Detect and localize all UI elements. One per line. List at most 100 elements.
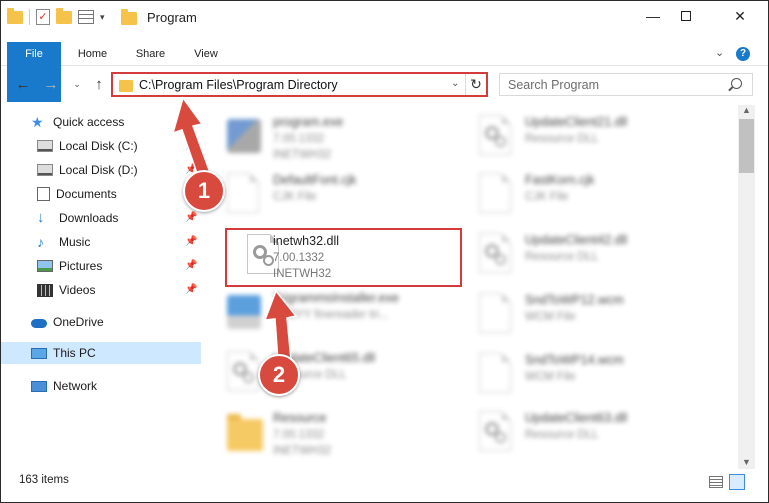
file-name: UpdateClient21.dll — [525, 115, 628, 129]
sidebar-item-label: Local Disk (D:) — [59, 163, 138, 177]
window-folder-icon — [121, 9, 137, 25]
file-detail: CJK File — [273, 191, 317, 203]
refresh-button[interactable]: ↻ — [465, 74, 486, 95]
pin-icon[interactable]: 📌 — [185, 212, 197, 223]
sidebar-item-label: Network — [53, 379, 98, 393]
address-dropdown-chevron-icon[interactable]: ⌄ — [451, 78, 459, 89]
file-item[interactable]: program.exe 7.00.1332 INETWH32 — [205, 109, 445, 169]
folder-icon — [227, 411, 263, 455]
expand-ribbon-chevron-icon[interactable]: ⌄ — [715, 46, 724, 59]
ribbon-tabs: File Home Share View ⌄ ? — [1, 42, 768, 102]
address-folder-icon — [119, 80, 133, 92]
back-button[interactable]: ← — [13, 73, 33, 95]
sidebar-item-pictures[interactable]: Pictures 📌 — [37, 255, 201, 277]
address-path[interactable]: C:\Program Files\Program Directory — [139, 78, 338, 92]
customize-toolbar-chevron-icon[interactable]: ▾ — [100, 12, 105, 23]
exe-icon — [227, 115, 263, 159]
tab-home[interactable]: Home — [65, 42, 120, 66]
explorer-window: ✓ ▾ Program — ✕ File Home Share View ⌄ ?… — [0, 0, 769, 503]
sidebar-item-local-disk-d[interactable]: Local Disk (D:) 📌 — [37, 159, 201, 181]
pictures-icon — [37, 260, 53, 272]
file-item[interactable]: Resource 7.00.1332 INETWH32 — [205, 405, 445, 465]
file-name: SndToWP12.wcm — [525, 293, 624, 307]
file-detail: 7.00.1332 — [273, 133, 325, 145]
file-detail: ABBYY finereader tri... — [273, 309, 389, 321]
tab-view[interactable]: View — [181, 42, 231, 66]
sidebar-item-onedrive[interactable]: OneDrive — [31, 311, 201, 333]
tiles-view-icon[interactable] — [729, 474, 745, 490]
file-detail: Resource DLL — [525, 251, 599, 263]
file-detail: INETWH32 — [273, 149, 332, 161]
pin-icon[interactable]: 📌 — [185, 236, 197, 247]
scroll-up-arrow-icon[interactable]: ▲ — [742, 105, 751, 115]
file-name: SndToWP14.wcm — [525, 353, 624, 367]
file-item[interactable]: FastKorn.cjk CJK File — [457, 167, 697, 227]
sidebar-item-documents[interactable]: Documents 📌 — [37, 183, 201, 205]
highlighted-file-item[interactable]: inetwh32.dll 7.00.1332 INETWH32 — [225, 228, 462, 287]
sidebar-item-label: Quick access — [53, 115, 125, 129]
scroll-down-arrow-icon[interactable]: ▼ — [742, 457, 751, 467]
file-item-inetwh32[interactable]: inetwh32.dll 7.00.1332 INETWH32 — [225, 228, 465, 288]
file-detail: CJK File — [525, 191, 569, 203]
forward-button[interactable]: → — [41, 73, 61, 95]
tab-share[interactable]: Share — [123, 42, 178, 66]
pin-icon[interactable]: 📌 — [185, 260, 197, 271]
search-input[interactable]: Search Program — [499, 73, 753, 96]
close-button[interactable]: ✕ — [717, 1, 763, 31]
file-item[interactable]: UpdateClient42.dll Resource DLL — [457, 227, 697, 287]
search-icon[interactable] — [731, 78, 742, 89]
file-icon — [227, 173, 263, 217]
dll-icon — [479, 411, 515, 455]
sidebar-item-label: Music — [59, 235, 91, 249]
drive-icon — [37, 140, 53, 152]
file-item[interactable]: UpdateClient63.dll Resource DLL — [457, 405, 697, 465]
recent-locations-chevron-icon[interactable]: ⌄ — [67, 73, 87, 95]
dll-icon — [479, 233, 515, 277]
up-button[interactable]: ↑ — [89, 73, 109, 95]
sidebar-item-this-pc[interactable]: This PC — [1, 342, 201, 364]
address-bar[interactable]: C:\Program Files\Program Directory ⌄ ↻ — [111, 72, 488, 97]
documents-icon — [37, 187, 50, 201]
file-item[interactable]: UpdateClient65.dll Resource DLL — [205, 345, 445, 405]
file-detail: 7.00.1332 — [273, 429, 325, 441]
file-detail: WCM File — [525, 311, 576, 323]
maximize-button[interactable] — [663, 1, 709, 31]
folder-icon[interactable] — [7, 7, 23, 24]
vertical-scrollbar[interactable]: ▲ ▼ — [738, 105, 755, 469]
file-item[interactable]: DefaultFont.cjk CJK File — [205, 167, 445, 227]
exe-icon — [227, 291, 263, 335]
file-item[interactable]: SndToWP12.wcm WCM File — [457, 287, 697, 347]
sidebar-item-quick-access[interactable]: ★ Quick access — [31, 111, 201, 133]
item-count: 163 items — [19, 474, 69, 486]
file-item[interactable]: UpdateClient21.dll Resource DLL — [457, 109, 697, 169]
pin-icon[interactable]: 📌 — [185, 140, 197, 151]
sidebar-item-network[interactable]: Network — [31, 375, 201, 397]
file-name: UpdateClient63.dll — [525, 411, 628, 425]
drive-icon — [37, 164, 53, 176]
navigation-pane: ★ Quick access Local Disk (C:) 📌 Local D… — [1, 105, 201, 469]
toolbar-divider — [29, 9, 30, 25]
file-icon — [479, 353, 515, 397]
file-detail: Resource DLL — [525, 133, 599, 145]
star-icon: ★ — [31, 114, 44, 130]
properties-check-icon[interactable]: ✓ — [36, 9, 50, 25]
file-detail: INETWH32 — [273, 445, 332, 457]
sidebar-item-downloads[interactable]: ↓ Downloads 📌 — [37, 207, 201, 229]
properties-icon[interactable] — [78, 10, 94, 24]
cloud-icon — [31, 319, 47, 328]
pin-icon[interactable]: 📌 — [185, 284, 197, 295]
sidebar-item-videos[interactable]: Videos 📌 — [37, 279, 201, 301]
help-icon[interactable]: ? — [736, 47, 750, 61]
details-view-icon[interactable] — [709, 476, 723, 488]
sidebar-item-local-disk-c[interactable]: Local Disk (C:) 📌 — [37, 135, 201, 157]
callout-badge-1: 1 — [183, 170, 225, 212]
maximize-icon — [681, 11, 691, 21]
sidebar-item-music[interactable]: ♪ Music 📌 — [37, 231, 201, 253]
sidebar-item-label: Local Disk (C:) — [59, 139, 138, 153]
music-icon: ♪ — [37, 234, 44, 250]
file-item[interactable]: SndToWP14.wcm WCM File — [457, 347, 697, 407]
file-item[interactable]: TrigrammsInstaller.exe ABBYY finereader … — [205, 285, 445, 345]
scrollbar-thumb[interactable] — [739, 119, 754, 173]
file-detail: INETWH32 — [273, 268, 332, 280]
new-folder-icon[interactable] — [56, 7, 72, 24]
